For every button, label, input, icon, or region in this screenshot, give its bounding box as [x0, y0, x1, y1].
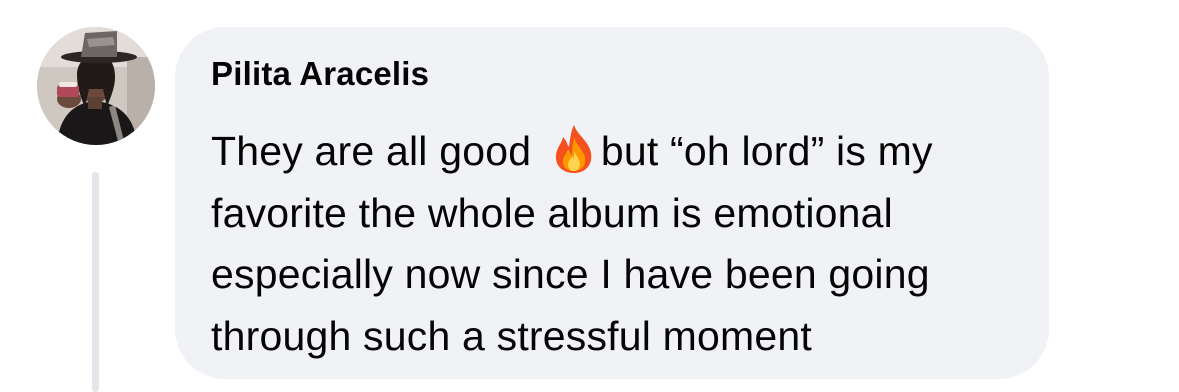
- reply-thread-line: [92, 172, 99, 392]
- comment-author-name[interactable]: Pilita Aracelis: [211, 55, 429, 93]
- comment-line-4: through such a stressful moment: [211, 312, 812, 359]
- comment-line-3: especially now since I have been going: [211, 251, 930, 297]
- comment-line-2: favorite the whole album is emotional: [211, 189, 893, 236]
- comment-text: They are all good but “oh lord” is my fa…: [211, 121, 1041, 367]
- comment-text-part: but “oh lord” is my: [600, 128, 933, 174]
- fire-emoji-icon: [551, 123, 597, 175]
- avatar-photo: [37, 27, 155, 145]
- comment-text-part: They are all good: [211, 128, 543, 174]
- avatar[interactable]: [37, 27, 155, 145]
- comment-line-1: They are all good but “oh lord” is my: [211, 121, 1041, 183]
